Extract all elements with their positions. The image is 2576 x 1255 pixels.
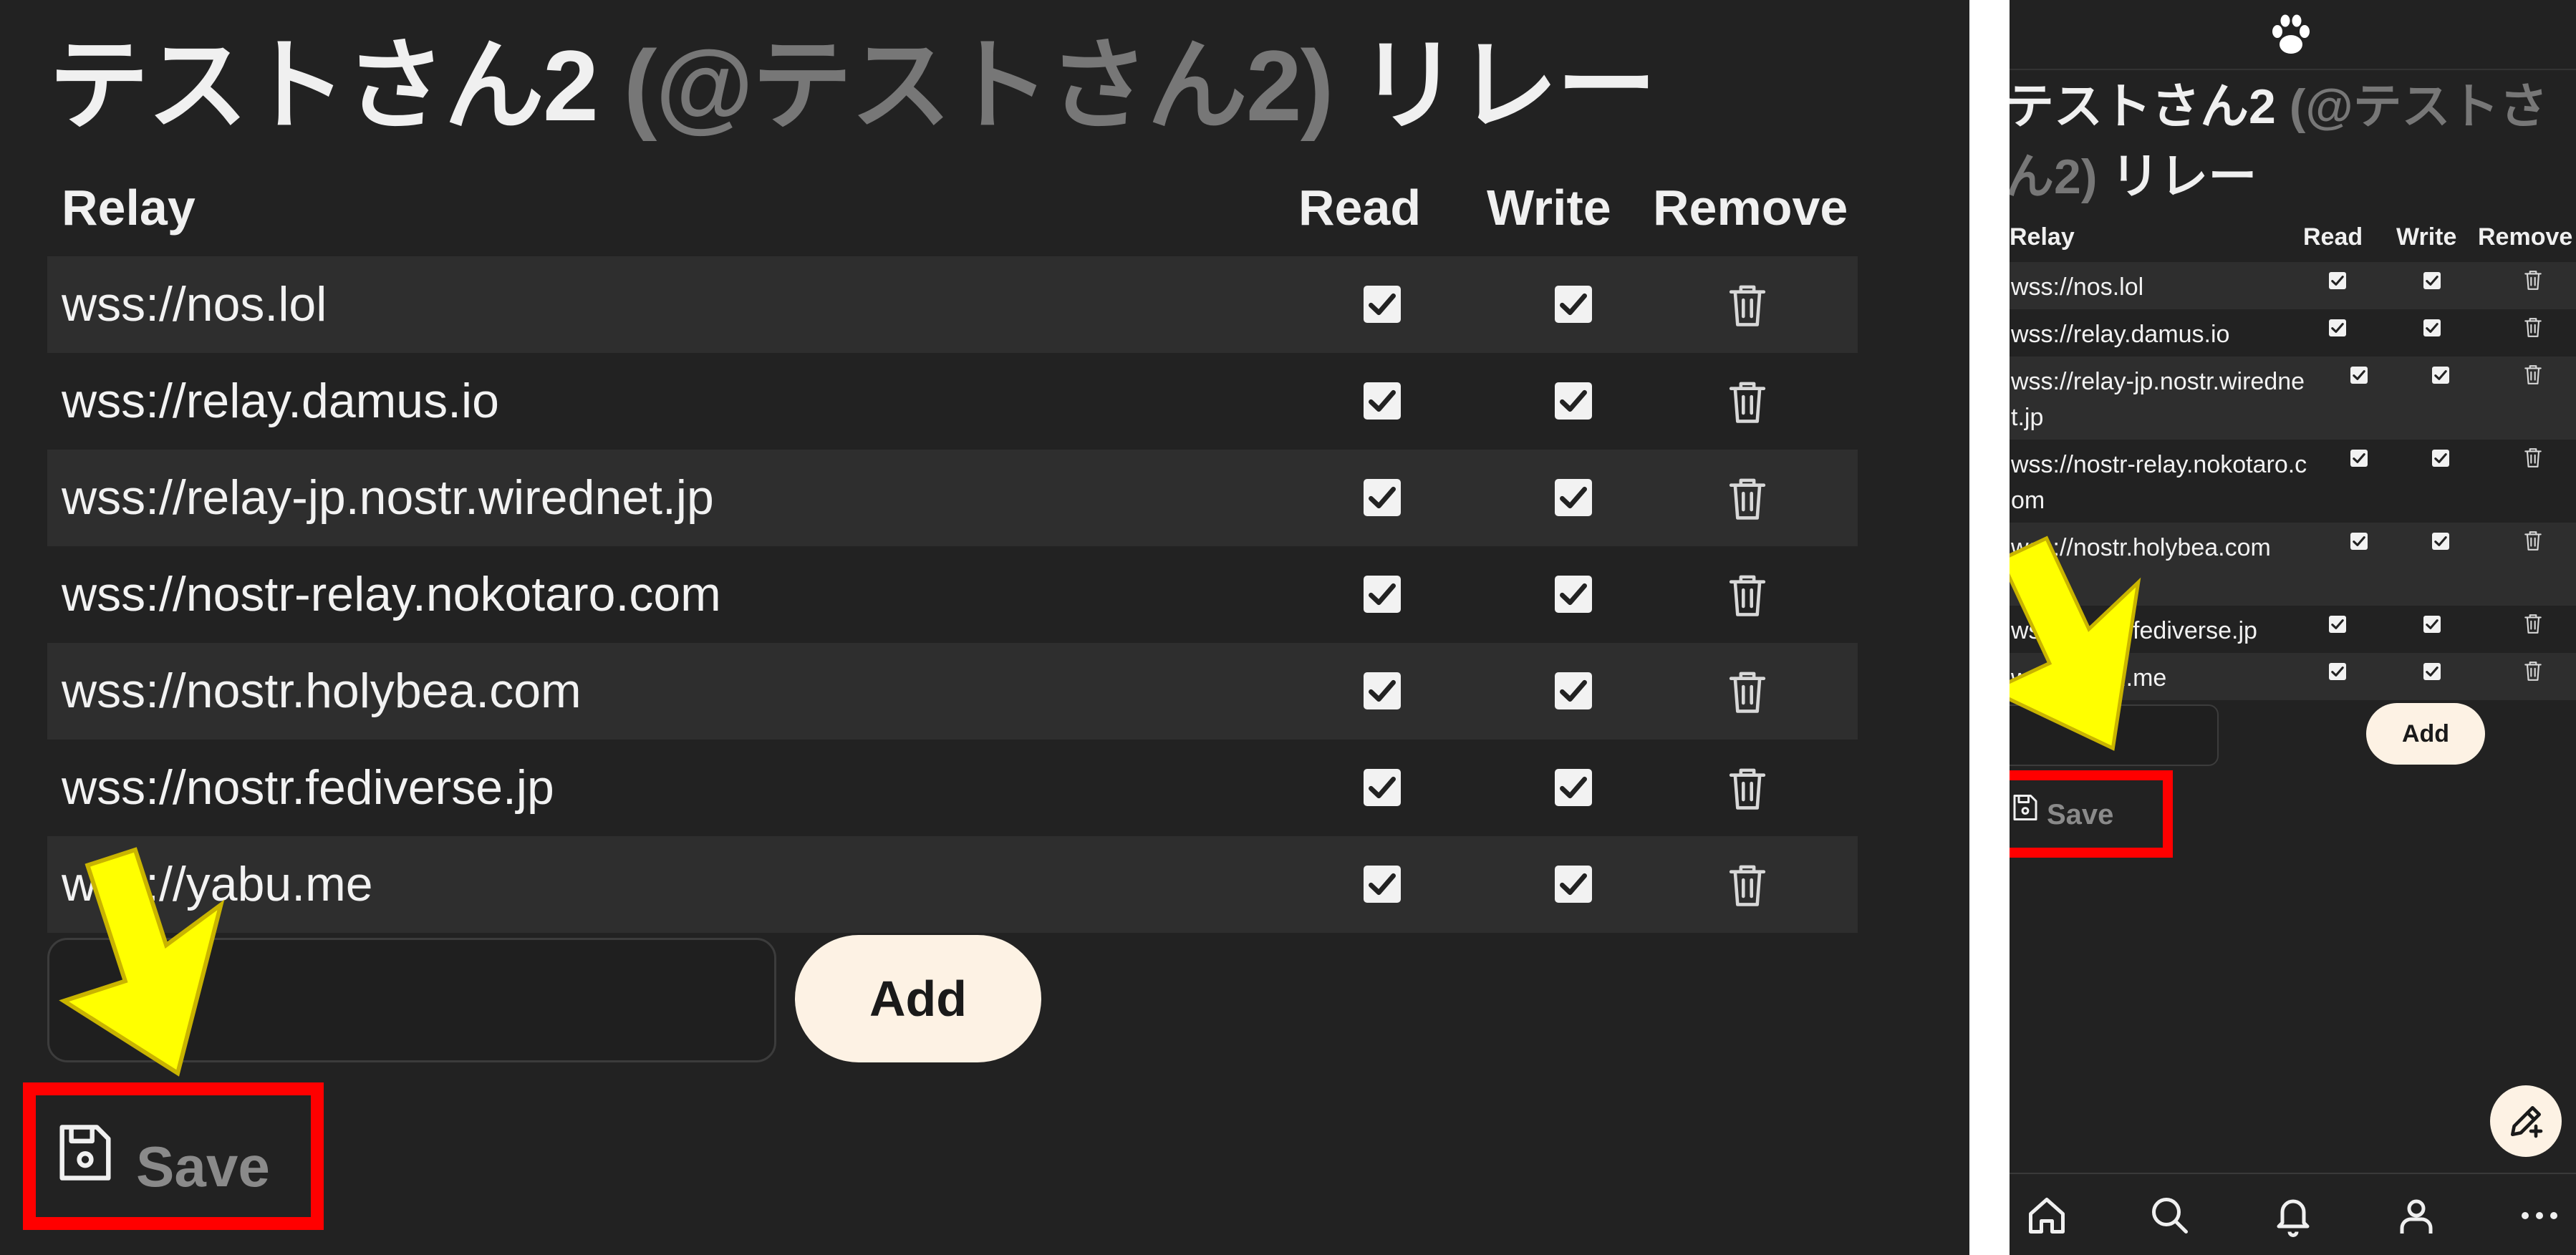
- desktop-relay-view: テストさん2 (@テストさん2) リレー Relay Read Write Re…: [0, 0, 1969, 1255]
- relay-url: wss://relay-jp.nostr.wirednet.jp: [62, 470, 714, 525]
- page-title: テストさん2 (@テストさん2) リレー: [49, 21, 1656, 150]
- trash-icon[interactable]: [1727, 862, 1767, 908]
- read-checkbox[interactable]: [2329, 616, 2346, 633]
- write-checkbox[interactable]: [1555, 866, 1592, 903]
- table-row: wss://nostr-relay.nokotaro.com: [47, 546, 1858, 643]
- relay-url: wss://nostr.holybea.com: [62, 664, 582, 718]
- read-checkbox[interactable]: [1364, 672, 1401, 709]
- more-icon[interactable]: [2518, 1194, 2561, 1237]
- arrow-annotation: [59, 847, 225, 1077]
- write-checkbox[interactable]: [2423, 272, 2441, 289]
- relay-url: wss://nostr.fediverse.jp: [62, 760, 554, 815]
- relay-url: wss://relay.damus.io: [2011, 321, 2230, 348]
- column-header-write: Write: [1487, 180, 1611, 236]
- read-checkbox[interactable]: [1364, 382, 1401, 420]
- write-checkbox[interactable]: [1555, 769, 1592, 806]
- write-checkbox[interactable]: [1555, 479, 1592, 516]
- table-row: wss://yabu.me: [47, 836, 1858, 933]
- search-icon[interactable]: [2148, 1194, 2191, 1237]
- divider-line: [2010, 69, 2576, 70]
- relay-url: wss://nos.lol: [2011, 273, 2144, 301]
- panel-divider: [1969, 0, 2010, 1255]
- person-icon[interactable]: [2395, 1194, 2438, 1237]
- write-checkbox[interactable]: [1555, 286, 1592, 323]
- arrow-annotation: [2010, 536, 2141, 751]
- trash-icon[interactable]: [2524, 269, 2542, 291]
- compose-button[interactable]: [2490, 1085, 2562, 1157]
- write-checkbox[interactable]: [2432, 367, 2449, 384]
- read-checkbox[interactable]: [2329, 663, 2346, 680]
- table-row: wss://nostr-relay.nokotaro.com: [2010, 440, 2576, 523]
- read-checkbox[interactable]: [1364, 769, 1401, 806]
- user-handle: (@テストさん2): [623, 29, 1334, 142]
- read-checkbox[interactable]: [2350, 367, 2368, 384]
- highlight-box: [2010, 770, 2173, 858]
- trash-icon[interactable]: [1727, 475, 1767, 521]
- title-suffix: リレー: [1359, 29, 1656, 142]
- write-checkbox[interactable]: [2423, 663, 2441, 680]
- page-title: テストさん2 (@テストさん2) リレー: [2010, 72, 2571, 212]
- user-name: テストさん2: [49, 29, 599, 142]
- trash-icon[interactable]: [2524, 613, 2542, 634]
- paw-icon[interactable]: [2267, 13, 2315, 57]
- write-checkbox[interactable]: [1555, 576, 1592, 613]
- write-checkbox[interactable]: [2423, 319, 2441, 336]
- read-checkbox[interactable]: [1364, 576, 1401, 613]
- highlight-box: [23, 1082, 324, 1230]
- write-checkbox[interactable]: [1555, 672, 1592, 709]
- read-checkbox[interactable]: [1364, 479, 1401, 516]
- user-name: テストさん2: [2010, 79, 2276, 134]
- column-header-relay: Relay: [2010, 223, 2075, 251]
- column-header-remove: Remove: [2478, 223, 2573, 251]
- column-header-read: Read: [1298, 180, 1422, 236]
- write-checkbox[interactable]: [2432, 450, 2449, 467]
- relay-url: wss://nos.lol: [62, 277, 327, 331]
- trash-icon[interactable]: [2524, 660, 2542, 682]
- relay-url: wss://relay.damus.io: [62, 374, 499, 428]
- table-row: wss://relay-jp.nostr.wirednet.jp: [47, 450, 1858, 546]
- column-header-relay: Relay: [62, 180, 196, 236]
- add-button[interactable]: Add: [2366, 703, 2485, 765]
- trash-icon[interactable]: [1727, 282, 1767, 328]
- column-header-remove: Remove: [1653, 180, 1848, 236]
- table-row: wss://nos.lol: [47, 256, 1858, 353]
- read-checkbox[interactable]: [2329, 272, 2346, 289]
- table-row: wss://relay.damus.io: [47, 353, 1858, 450]
- bottom-nav: [2010, 1173, 2576, 1255]
- table-row: wss://nos.lol: [2010, 262, 2576, 309]
- pencil-plus-icon: [2511, 1106, 2543, 1138]
- trash-icon[interactable]: [2524, 447, 2542, 468]
- column-header-read: Read: [2303, 223, 2363, 251]
- trash-icon[interactable]: [2524, 364, 2542, 385]
- trash-icon[interactable]: [2524, 530, 2542, 551]
- trash-icon[interactable]: [1727, 379, 1767, 425]
- trash-icon[interactable]: [1727, 669, 1767, 714]
- write-checkbox[interactable]: [2432, 533, 2449, 550]
- bell-icon[interactable]: [2272, 1194, 2315, 1237]
- mobile-relay-view: テストさん2 (@テストさん2) リレー Relay Read Write Re…: [2010, 0, 2576, 1255]
- write-checkbox[interactable]: [2423, 616, 2441, 633]
- write-checkbox[interactable]: [1555, 382, 1592, 420]
- relay-url: wss://relay-jp.nostr.wirednet.jp: [2011, 368, 2305, 431]
- read-checkbox[interactable]: [1364, 286, 1401, 323]
- relay-url: wss://nostr-relay.nokotaro.com: [62, 567, 721, 621]
- read-checkbox[interactable]: [2350, 533, 2368, 550]
- table-row: wss://relay-jp.nostr.wirednet.jp: [2010, 357, 2576, 440]
- read-checkbox[interactable]: [1364, 866, 1401, 903]
- column-header-write: Write: [2396, 223, 2457, 251]
- table-row: wss://nostr.fediverse.jp: [47, 740, 1858, 836]
- trash-icon[interactable]: [1727, 765, 1767, 811]
- relay-url: wss://nostr-relay.nokotaro.com: [2011, 451, 2307, 514]
- title-suffix: リレー: [2111, 150, 2257, 204]
- trash-icon[interactable]: [1727, 572, 1767, 618]
- read-checkbox[interactable]: [2329, 319, 2346, 336]
- home-icon[interactable]: [2025, 1194, 2068, 1237]
- add-button[interactable]: Add: [795, 935, 1041, 1062]
- read-checkbox[interactable]: [2350, 450, 2368, 467]
- trash-icon[interactable]: [2524, 316, 2542, 338]
- table-row: wss://relay.damus.io: [2010, 309, 2576, 357]
- table-row: wss://nostr.holybea.com: [47, 643, 1858, 740]
